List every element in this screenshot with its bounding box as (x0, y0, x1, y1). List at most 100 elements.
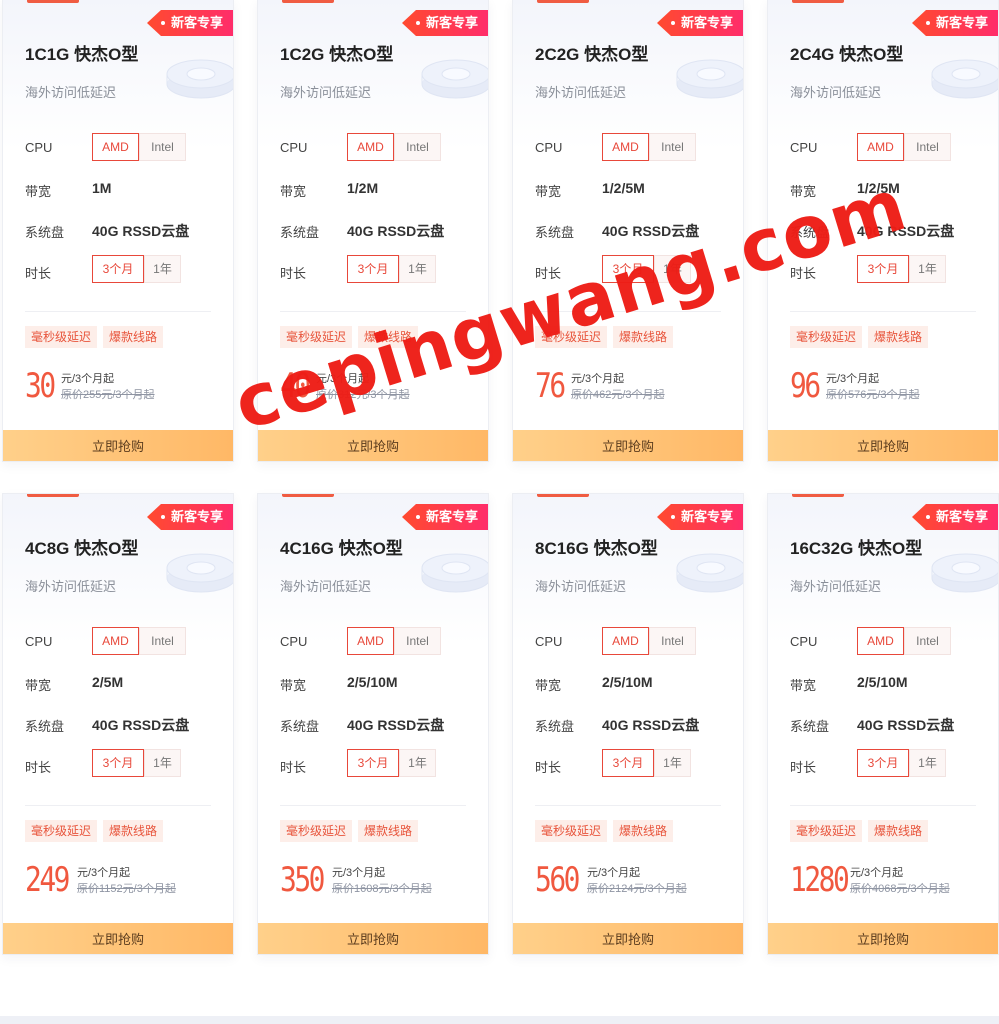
product-subtitle: 海外访问低延迟 (790, 579, 882, 594)
duration-option-3-months[interactable]: 3个月 (857, 749, 909, 777)
buy-now-button[interactable]: 立即抢购 (258, 923, 488, 954)
card-divider (25, 311, 211, 312)
cpu-selector: AMD Intel (347, 133, 441, 161)
badge-low-latency: 毫秒级延迟 (790, 326, 863, 348)
disk-value: 40G RSSD云盘 (347, 717, 445, 733)
badge-hot-route: 爆款线路 (103, 820, 164, 842)
product-subtitle: 海外访问低延迟 (25, 579, 117, 594)
buy-now-button[interactable]: 立即抢购 (3, 923, 233, 954)
cpu-option-amd[interactable]: AMD (347, 133, 394, 161)
cloud-disk-icon (166, 59, 233, 99)
price-unit: 元/3个月起 (77, 867, 131, 879)
product-card: 新客专享 4C16G 快杰O型 海外访问低延迟 CPU AMD Intel 带宽… (257, 493, 489, 955)
duration-option-3-months[interactable]: 3个月 (92, 749, 144, 777)
cpu-label: CPU (280, 140, 308, 155)
bandwidth-label: 带宽 (790, 678, 817, 693)
product-subtitle: 海外访问低延迟 (25, 85, 117, 100)
duration-selector: 3个月 1年 (857, 255, 946, 283)
cpu-option-intel[interactable]: Intel (139, 133, 186, 161)
price-unit: 元/3个月起 (571, 373, 625, 385)
buy-now-button[interactable]: 立即抢购 (513, 923, 743, 954)
card-accent-bar (537, 0, 589, 3)
product-card: 新客专享 8C16G 快杰O型 海外访问低延迟 CPU AMD Intel 带宽… (512, 493, 744, 955)
duration-option-3-months[interactable]: 3个月 (347, 255, 399, 283)
original-price: 原价2124元/3个月起 (587, 883, 687, 895)
product-title: 2C2G 快杰O型 (535, 45, 649, 64)
cpu-option-amd[interactable]: AMD (347, 627, 394, 655)
disk-label: 系统盘 (25, 225, 65, 240)
cpu-selector: AMD Intel (602, 627, 696, 655)
cpu-option-amd[interactable]: AMD (602, 133, 649, 161)
disk-label: 系统盘 (25, 719, 65, 734)
bandwidth-value: 1/2M (347, 180, 379, 196)
duration-option-3-months[interactable]: 3个月 (857, 255, 909, 283)
disk-value: 40G RSSD云盘 (92, 717, 190, 733)
price-info: 元/3个月起 原价462元/3个月起 (571, 371, 665, 403)
duration-option-3-months[interactable]: 3个月 (602, 749, 654, 777)
product-title: 16C32G 快杰O型 (790, 539, 923, 558)
product-title: 4C8G 快杰O型 (25, 539, 139, 558)
price-unit: 元/3个月起 (850, 867, 904, 879)
duration-option-3-months[interactable]: 3个月 (347, 749, 399, 777)
cpu-option-intel[interactable]: Intel (394, 133, 441, 161)
disk-value: 40G RSSD云盘 (347, 223, 445, 239)
new-customer-tag: 新客专享 (401, 10, 488, 36)
original-price: 原价4068元/3个月起 (850, 883, 950, 895)
cpu-option-amd[interactable]: AMD (92, 133, 139, 161)
card-accent-bar (537, 494, 589, 497)
new-customer-tag: 新客专享 (146, 504, 233, 530)
disk-label: 系统盘 (790, 719, 830, 734)
buy-now-button[interactable]: 立即抢购 (513, 430, 743, 461)
cpu-option-intel[interactable]: Intel (394, 627, 441, 655)
price-value: 96 (790, 366, 821, 406)
cpu-selector: AMD Intel (92, 627, 186, 655)
price-value: 249 (25, 860, 70, 900)
buy-now-button[interactable]: 立即抢购 (768, 923, 998, 954)
cpu-option-intel[interactable]: Intel (904, 133, 951, 161)
duration-selector: 3个月 1年 (347, 749, 436, 777)
cpu-label: CPU (25, 634, 53, 649)
duration-label: 时长 (790, 760, 817, 775)
new-customer-tag: 新客专享 (911, 504, 998, 530)
cpu-option-amd[interactable]: AMD (857, 133, 904, 161)
price-info: 元/3个月起 原价576元/3个月起 (826, 371, 920, 403)
badge-low-latency: 毫秒级延迟 (25, 326, 98, 348)
cpu-label: CPU (535, 140, 563, 155)
cpu-option-intel[interactable]: Intel (649, 133, 696, 161)
duration-option-1-year[interactable]: 1年 (909, 255, 946, 283)
duration-option-1-year[interactable]: 1年 (909, 749, 946, 777)
duration-selector: 3个月 1年 (92, 255, 181, 283)
bandwidth-label: 带宽 (25, 184, 52, 199)
original-price: 原价462元/3个月起 (571, 389, 665, 401)
badge-low-latency: 毫秒级延迟 (790, 820, 863, 842)
original-price: 原价576元/3个月起 (826, 389, 920, 401)
card-accent-bar (27, 494, 79, 497)
duration-option-3-months[interactable]: 3个月 (92, 255, 144, 283)
duration-selector: 3个月 1年 (92, 749, 181, 777)
duration-option-1-year[interactable]: 1年 (654, 749, 691, 777)
duration-option-1-year[interactable]: 1年 (144, 255, 181, 283)
original-price: 原价255元/3个月起 (61, 389, 155, 401)
cloud-disk-icon (676, 553, 743, 593)
duration-label: 时长 (25, 760, 52, 775)
duration-option-1-year[interactable]: 1年 (144, 749, 181, 777)
cpu-option-amd[interactable]: AMD (857, 627, 904, 655)
buy-now-button[interactable]: 立即抢购 (3, 430, 233, 461)
cpu-option-intel[interactable]: Intel (139, 627, 186, 655)
cpu-option-intel[interactable]: Intel (904, 627, 951, 655)
cpu-option-amd[interactable]: AMD (602, 627, 649, 655)
product-subtitle: 海外访问低延迟 (535, 85, 627, 100)
price-info: 元/3个月起 原价1608元/3个月起 (332, 865, 432, 897)
product-subtitle: 海外访问低延迟 (535, 579, 627, 594)
cpu-option-amd[interactable]: AMD (92, 627, 139, 655)
price-unit: 元/3个月起 (61, 373, 115, 385)
cloud-disk-icon (931, 553, 998, 593)
cpu-option-intel[interactable]: Intel (649, 627, 696, 655)
price-value: 30 (25, 366, 56, 406)
buy-now-button[interactable]: 立即抢购 (768, 430, 998, 461)
badge-hot-route: 爆款线路 (358, 820, 419, 842)
duration-option-1-year[interactable]: 1年 (399, 749, 436, 777)
section-divider (0, 1016, 999, 1024)
cpu-selector: AMD Intel (347, 627, 441, 655)
product-card: 新客专享 4C8G 快杰O型 海外访问低延迟 CPU AMD Intel 带宽 … (2, 493, 234, 955)
